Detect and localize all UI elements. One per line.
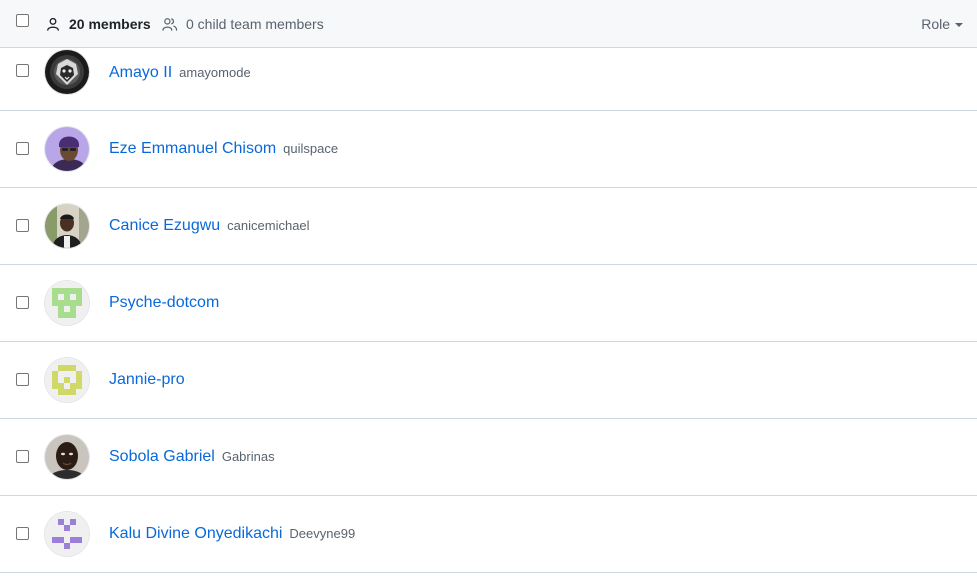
people-icon — [162, 18, 178, 31]
member-checkbox[interactable] — [16, 142, 29, 155]
member-row: Eze Emmanuel Chisom quilspace — [0, 111, 977, 188]
select-all-checkbox[interactable] — [16, 14, 29, 27]
member-checkbox[interactable] — [16, 64, 29, 77]
avatar-identicon[interactable] — [45, 281, 89, 325]
member-names: Sobola Gabriel Gabrinas — [109, 448, 275, 468]
member-checkbox[interactable] — [16, 450, 29, 463]
member-name-link[interactable]: Kalu Divine Onyedikachi — [109, 525, 282, 543]
member-row: Sobola Gabriel Gabrinas — [0, 419, 977, 496]
avatar-photo[interactable] — [45, 127, 89, 171]
member-names: Canice Ezugwu canicemichael — [109, 217, 310, 237]
member-checkbox[interactable] — [16, 219, 29, 232]
member-login: quilspace — [283, 141, 339, 156]
member-login: Deevyne99 — [289, 526, 356, 541]
person-icon — [47, 17, 59, 31]
member-name-link[interactable]: Eze Emmanuel Chisom — [109, 140, 276, 158]
members-count[interactable]: 20 members — [46, 15, 151, 33]
child-team-members-label: 0 child team members — [186, 16, 324, 32]
member-checkbox[interactable] — [16, 373, 29, 386]
member-name-link[interactable]: Canice Ezugwu — [109, 217, 220, 235]
member-login: amayomode — [179, 65, 251, 80]
member-names: Kalu Divine Onyedikachi Deevyne99 — [109, 525, 355, 545]
member-names: Jannie-pro — [109, 371, 192, 391]
avatar-identicon[interactable] — [45, 512, 89, 556]
member-checkbox[interactable] — [16, 527, 29, 540]
avatar-identicon[interactable] — [45, 358, 89, 402]
avatar-lion[interactable] — [45, 50, 89, 94]
members-count-label: 20 members — [69, 16, 151, 32]
member-row: Jannie-pro — [0, 342, 977, 419]
avatar-photo[interactable] — [45, 204, 89, 248]
member-names: Psyche-dotcom — [109, 294, 226, 314]
role-filter-dropdown[interactable]: Role — [921, 15, 963, 33]
member-row: Amayo II amayomode — [0, 34, 977, 111]
member-checkbox[interactable] — [16, 296, 29, 309]
member-name-link[interactable]: Amayo II — [109, 64, 172, 82]
avatar-photo[interactable] — [45, 435, 89, 479]
member-name-link[interactable]: Psyche-dotcom — [109, 294, 219, 312]
member-row: Canice Ezugwu canicemichael — [0, 188, 977, 265]
member-row: Kalu Divine Onyedikachi Deevyne99 — [0, 496, 977, 573]
member-names: Eze Emmanuel Chisom quilspace — [109, 140, 338, 160]
member-login: canicemichael — [227, 218, 310, 233]
child-team-members-count[interactable]: 0 child team members — [162, 15, 324, 33]
member-name-link[interactable]: Sobola Gabriel — [109, 448, 215, 466]
member-name-link[interactable]: Jannie-pro — [109, 371, 185, 389]
member-row: Psyche-dotcom — [0, 265, 977, 342]
member-login: Gabrinas — [221, 449, 275, 464]
role-filter-label: Role — [921, 16, 950, 32]
caret-down-icon — [955, 22, 963, 27]
member-names: Amayo II amayomode — [109, 64, 251, 84]
